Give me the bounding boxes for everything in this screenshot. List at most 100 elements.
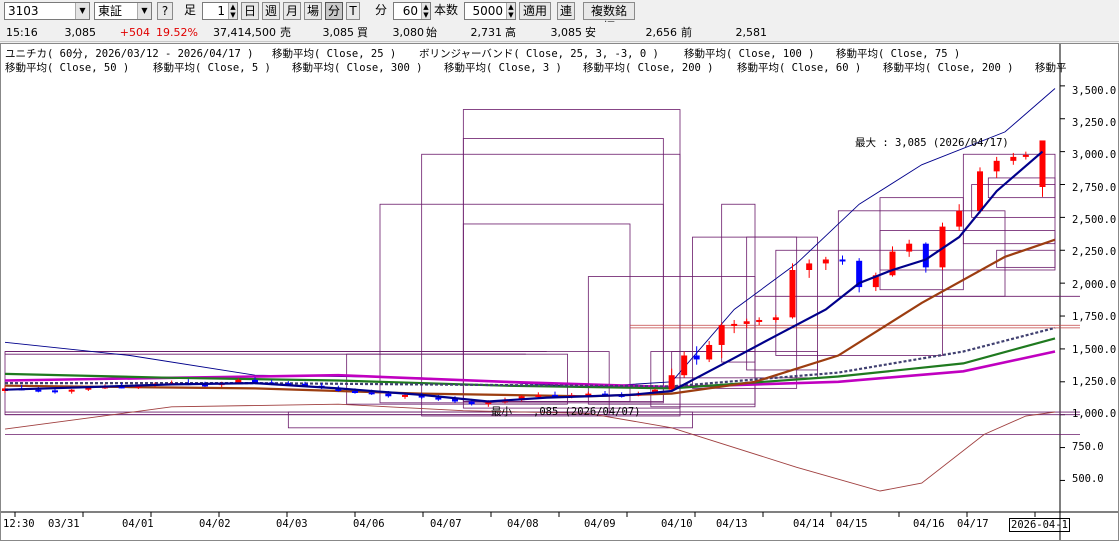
stock-code-select[interactable]: 3103 ▼ <box>4 2 90 20</box>
chart-area[interactable]: ユニチカ( 60分, 2026/03/12 - 2026/04/17 ) 移動平… <box>0 43 1119 541</box>
bar-spin-value: 1 <box>217 4 225 18</box>
minute-input[interactable]: 60 ▲ ▼ <box>393 2 431 20</box>
spin-arrows-icon[interactable]: ▲ ▼ <box>228 3 237 19</box>
x-tick-label: 04/07 <box>430 518 462 530</box>
open-price: 2,731 <box>470 26 503 39</box>
candle-body <box>535 394 542 397</box>
candle-body <box>706 344 713 360</box>
candle-body <box>906 243 913 252</box>
help-button[interactable]: ? <box>157 2 173 20</box>
bollinger-upper-line <box>4 88 1056 388</box>
candle-body <box>956 210 963 227</box>
candle-body <box>772 317 779 320</box>
range-box <box>996 249 1056 268</box>
range-box <box>650 351 756 408</box>
range-box <box>837 210 1006 297</box>
ma25-line <box>4 150 1044 403</box>
quote-change: +504 <box>119 26 150 39</box>
high-label: 高 <box>505 26 516 39</box>
sell-price: 3,085 <box>322 26 355 39</box>
bar-spin-input[interactable]: 1 ▲ ▼ <box>202 2 238 20</box>
candle-body <box>693 355 700 360</box>
multi-stock-button[interactable]: 複数銘柄 <box>583 2 635 34</box>
candle-body <box>1039 140 1046 188</box>
x-tick-label: 04/17 <box>957 518 989 530</box>
legend-ma60: 移動平均( Close, 60 ) <box>737 62 862 74</box>
candle-body <box>1010 156 1017 161</box>
range-box <box>746 236 818 371</box>
quote-volume: 37,414,500 <box>213 26 276 39</box>
stock-code-value: 3103 <box>8 4 39 18</box>
candle-body <box>68 389 75 392</box>
range-box <box>462 138 664 402</box>
price-chart <box>1 44 1118 540</box>
x-tick-label: 03/31 <box>48 518 80 530</box>
x-tick-label: 12:30 <box>3 518 35 530</box>
min-annotation-label: 最小 <box>491 406 512 418</box>
y-tick-label: 1,000.0 <box>1072 408 1117 420</box>
sell-label: 売 <box>280 26 291 39</box>
x-tick-label: 04/02 <box>199 518 231 530</box>
spin-arrows-icon[interactable]: ▲ ▼ <box>506 3 515 19</box>
chevron-down-icon[interactable]: ▼ <box>137 3 151 19</box>
chevron-down-icon[interactable]: ▼ <box>75 3 89 19</box>
x-tick-label: 04/01 <box>122 518 154 530</box>
quote-change-pct: 19.52% <box>156 26 198 39</box>
legend-ma100: 移動平均( Close, 100 ) <box>684 48 815 60</box>
y-tick-label: 750.0 <box>1072 441 1104 453</box>
market-select[interactable]: 東証 ▼ <box>94 2 152 20</box>
high-price: 3,085 <box>550 26 583 39</box>
range-box <box>692 236 798 389</box>
candle-body <box>718 325 725 345</box>
range-box <box>421 153 681 417</box>
period-tick-button[interactable]: T <box>346 2 360 20</box>
ashi-label: 足 <box>184 3 197 17</box>
open-label: 始 <box>426 26 437 39</box>
y-tick-label: 3,250.0 <box>1072 117 1117 129</box>
y-tick-label: 2,250.0 <box>1072 246 1117 258</box>
candle-body <box>756 319 763 322</box>
minute-label: 分 <box>375 3 388 17</box>
candle-body <box>993 160 1000 172</box>
candle-body <box>385 393 392 397</box>
quote-time: 15:16 <box>6 26 38 39</box>
legend-ma3: 移動平均( Close, 3 ) <box>444 62 562 74</box>
buy-price: 3,080 <box>392 26 425 39</box>
y-tick-label: 2,500.0 <box>1072 214 1117 226</box>
candle-body <box>668 375 675 390</box>
candle-body <box>743 321 750 324</box>
count-input[interactable]: 5000 ▲ ▼ <box>464 2 516 20</box>
x-tick-label: 04/10 <box>661 518 693 530</box>
period-minute-button[interactable]: 分 <box>325 2 343 20</box>
x-tick-label: 04/06 <box>353 518 385 530</box>
period-session-button[interactable]: 場 <box>304 2 322 20</box>
apply-button[interactable]: 適用 <box>519 2 551 20</box>
candle-body <box>922 243 929 268</box>
candle-body <box>468 401 475 405</box>
candle-body <box>789 269 796 318</box>
ma100-line <box>4 238 1056 398</box>
toolbar: 3103 ▼ 東証 ▼ ? 足 1 ▲ ▼ 日 週 月 場 分 T 分 60 ▲ ▼… <box>0 0 1119 34</box>
spin-arrows-icon[interactable]: ▲ ▼ <box>421 3 430 19</box>
y-tick-label: 2,750.0 <box>1072 182 1117 194</box>
legend-ma5: 移動平均( Close, 5 ) <box>153 62 271 74</box>
period-week-button[interactable]: 週 <box>262 2 280 20</box>
market-value: 東証 <box>98 4 123 18</box>
x-tick-label: 04/14 <box>793 518 825 530</box>
legend-ma300: 移動平均( Close, 300 ) <box>292 62 423 74</box>
count-value: 5000 <box>472 4 503 18</box>
minute-value: 60 <box>402 4 418 18</box>
y-tick-label: 3,500.0 <box>1072 85 1117 97</box>
continuous-button[interactable]: 連 <box>557 2 575 20</box>
candle-body <box>839 259 846 262</box>
y-tick-label: 1,750.0 <box>1072 311 1117 323</box>
y-tick-label: 500.0 <box>1072 473 1104 485</box>
period-day-button[interactable]: 日 <box>241 2 259 20</box>
low-price: 2,656 <box>645 26 678 39</box>
legend-title: ユニチカ( 60分, 2026/03/12 - 2026/04/17 ) <box>5 48 254 60</box>
buy-label: 買 <box>357 26 368 39</box>
ma75-line <box>4 337 1056 390</box>
y-tick-label: 1,500.0 <box>1072 344 1117 356</box>
period-month-button[interactable]: 月 <box>283 2 301 20</box>
x-tick-label: 04/15 <box>836 518 868 530</box>
